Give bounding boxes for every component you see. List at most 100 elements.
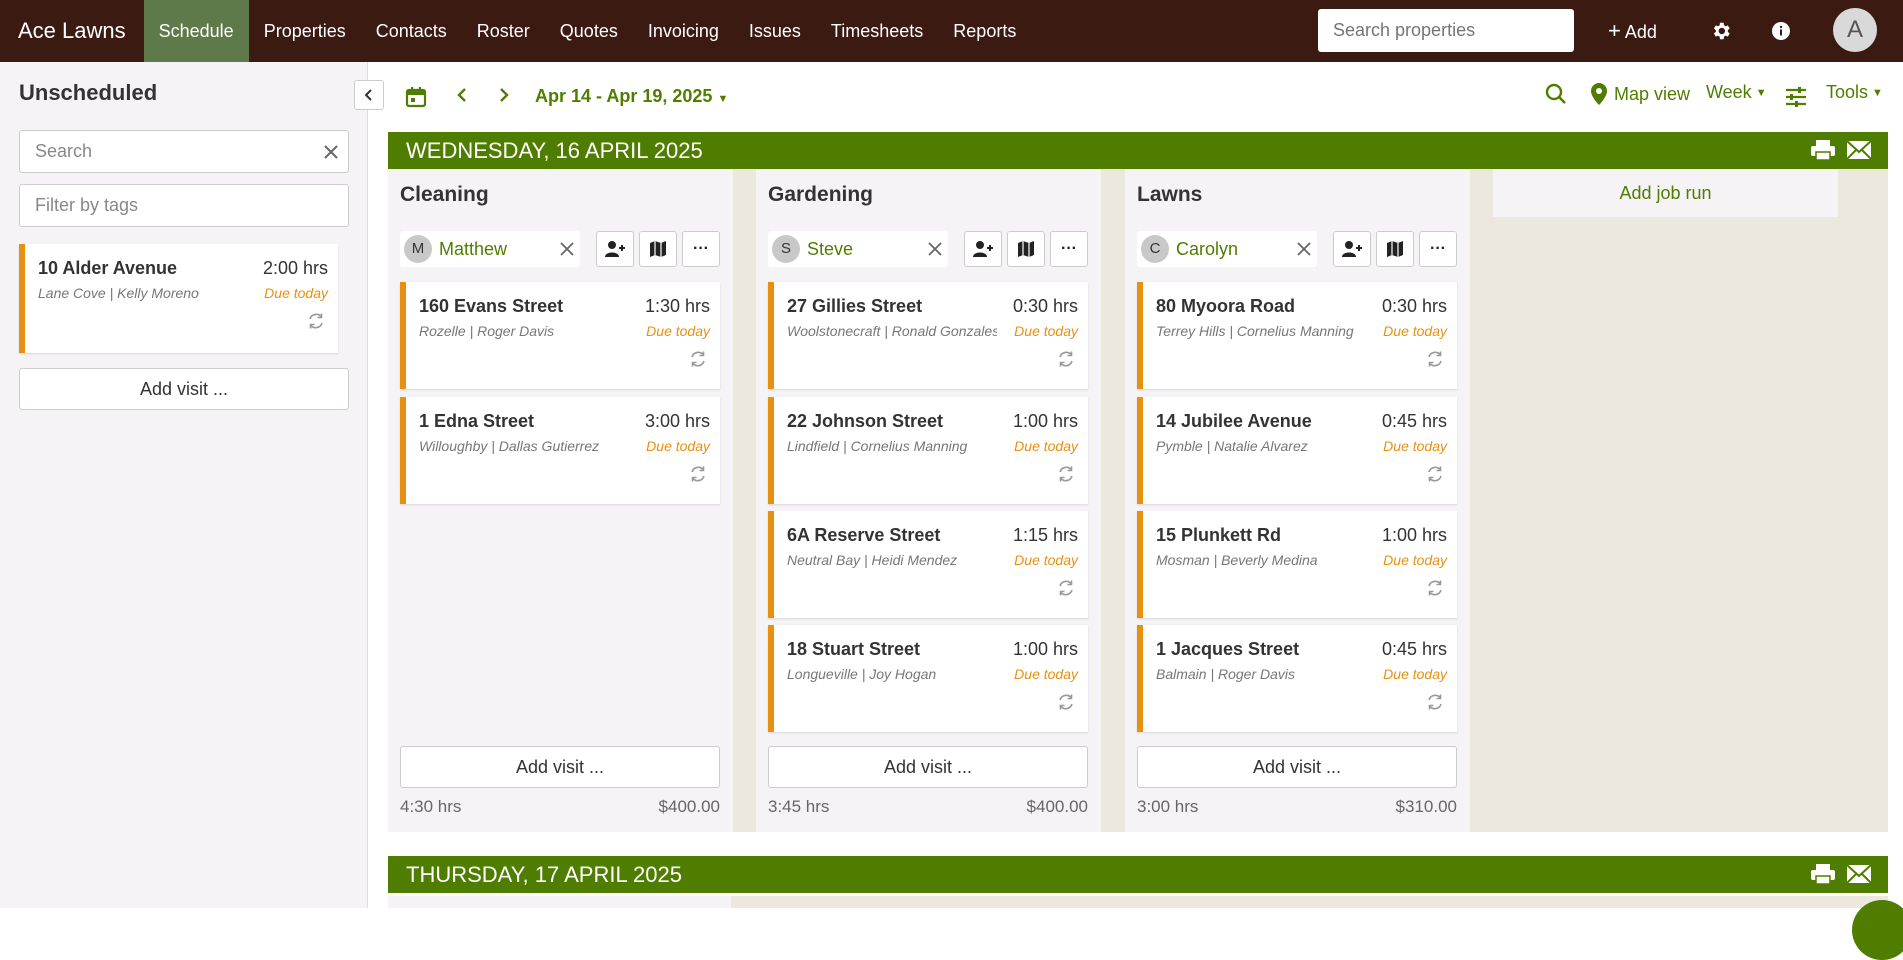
close-icon[interactable] — [928, 242, 942, 256]
nav-quotes[interactable]: Quotes — [545, 0, 633, 62]
chevron-right-icon[interactable] — [498, 87, 510, 108]
recurring-icon — [306, 312, 326, 335]
email-icon[interactable] — [1846, 139, 1872, 161]
caret-down-icon: ▼ — [1755, 86, 1767, 99]
visit-address: 80 Myoora Road — [1156, 296, 1296, 316]
date-range-dropdown[interactable]: Apr 14 - Apr 19, 2025 ▼ — [535, 86, 728, 107]
staff-name: Matthew — [439, 238, 508, 259]
add-visit-button[interactable]: Add visit ... — [19, 368, 349, 410]
map-button[interactable] — [1007, 231, 1045, 267]
property-search-input[interactable] — [1318, 9, 1574, 52]
filters-button[interactable] — [1784, 86, 1808, 108]
recurring-icon — [1056, 350, 1076, 373]
nav-roster[interactable]: Roster — [462, 0, 545, 62]
add-visit-button[interactable]: Add visit ... — [400, 746, 720, 788]
column-title: Gardening — [768, 183, 874, 206]
visit-hours: 1:00 hrs — [1012, 411, 1078, 431]
recurring-icon — [688, 350, 708, 373]
print-icon[interactable] — [1810, 139, 1836, 161]
sidebar-search-input[interactable]: Search — [19, 130, 349, 173]
staff-chip[interactable]: S Steve — [768, 231, 948, 267]
info-button[interactable] — [1771, 0, 1791, 62]
nav-schedule[interactable]: Schedule — [143, 0, 249, 62]
total-hours: 4:30 hrs — [400, 797, 462, 816]
tools-dropdown[interactable]: Tools ▼ — [1826, 82, 1883, 103]
add-staff-button[interactable] — [964, 231, 1002, 267]
collapse-sidebar-button[interactable] — [354, 80, 384, 110]
visit-card[interactable]: 22 Johnson Street 1:00 hrs Lindfield | C… — [768, 397, 1088, 504]
nav-reports[interactable]: Reports — [938, 0, 1031, 62]
brand-logo[interactable]: Ace Lawns — [0, 0, 144, 62]
filter-tags-input[interactable]: Filter by tags — [19, 184, 349, 227]
visit-address: 15 Plunkett Rd — [1156, 525, 1282, 545]
map-button[interactable] — [1376, 231, 1414, 267]
staff-chip[interactable]: M Matthew — [400, 231, 580, 267]
visit-address: 22 Johnson Street — [787, 411, 944, 431]
day-label: THURSDAY, 17 APRIL 2025 — [406, 862, 682, 887]
visit-card[interactable]: 1 Edna Street 3:00 hrs Willoughby | Dall… — [400, 397, 720, 504]
plus-icon: + — [1608, 18, 1621, 43]
print-icon[interactable] — [1810, 863, 1836, 885]
add-staff-button[interactable] — [1333, 231, 1371, 267]
add-button[interactable]: + Add — [1608, 0, 1657, 62]
visit-hours: 0:45 hrs — [1381, 639, 1447, 659]
visit-card[interactable]: 27 Gillies Street 0:30 hrs Woolstonecraf… — [768, 282, 1088, 389]
visit-due: Due today — [1383, 666, 1447, 682]
total-amount: $310.00 — [1395, 797, 1457, 816]
visit-card[interactable]: 160 Evans Street 1:30 hrs Rozelle | Roge… — [400, 282, 720, 389]
visit-card[interactable]: 80 Myoora Road 0:30 hrs Terrey Hills | C… — [1137, 282, 1457, 389]
visit-card[interactable]: 18 Stuart Street 1:00 hrs Longueville | … — [768, 625, 1088, 732]
visit-address: 6A Reserve Street — [787, 525, 941, 545]
visit-subtitle: Willoughby | Dallas Gutierrez — [419, 438, 600, 454]
close-icon[interactable] — [324, 145, 338, 159]
more-options-button[interactable]: ··· — [1419, 231, 1457, 267]
column-title: Cleaning — [400, 183, 489, 206]
map-button[interactable] — [639, 231, 677, 267]
unscheduled-sidebar: Unscheduled Search Filter by tags 10 Ald… — [0, 62, 368, 908]
nav-contacts[interactable]: Contacts — [361, 0, 462, 62]
gear-icon — [1713, 22, 1730, 40]
more-options-button[interactable]: ··· — [1050, 231, 1088, 267]
add-visit-button[interactable]: Add visit ... — [768, 746, 1088, 788]
nav-issues[interactable]: Issues — [734, 0, 816, 62]
visit-card[interactable]: 14 Jubilee Avenue 0:45 hrs Pymble | Nata… — [1137, 397, 1457, 504]
more-icon: ··· — [693, 240, 709, 257]
visit-subtitle: Lane Cove | Kelly Moreno — [38, 285, 199, 301]
email-icon[interactable] — [1846, 863, 1872, 885]
staff-chip[interactable]: C Carolyn — [1137, 231, 1317, 267]
visit-card[interactable]: 1 Jacques Street 0:45 hrs Balmain | Roge… — [1137, 625, 1457, 732]
add-staff-button[interactable] — [596, 231, 634, 267]
more-options-button[interactable]: ··· — [682, 231, 720, 267]
close-icon[interactable] — [560, 242, 574, 256]
add-label: Add — [1624, 22, 1657, 42]
total-amount: $400.00 — [658, 797, 720, 816]
nav-timesheets[interactable]: Timesheets — [816, 0, 938, 62]
week-dropdown[interactable]: Week ▼ — [1706, 82, 1767, 103]
map-view-label: Map view — [1614, 83, 1691, 104]
chevron-left-icon — [364, 89, 372, 101]
visit-card[interactable]: 15 Plunkett Rd 1:00 hrs Mosman | Beverly… — [1137, 511, 1457, 618]
settings-button[interactable] — [1710, 0, 1732, 62]
recurring-icon — [1425, 350, 1445, 373]
help-fab-button[interactable] — [1852, 900, 1903, 960]
visit-due: Due today — [646, 323, 710, 339]
calendar-icon[interactable] — [404, 85, 428, 109]
day-body-thursday — [388, 896, 1888, 908]
nav-invoicing[interactable]: Invoicing — [633, 0, 734, 62]
more-icon: ··· — [1430, 240, 1446, 257]
visit-subtitle: Balmain | Roger Davis — [1156, 666, 1296, 682]
visit-address: 18 Stuart Street — [787, 639, 921, 659]
nav-properties[interactable]: Properties — [249, 0, 361, 62]
map-pin-icon — [1591, 83, 1607, 105]
unscheduled-visit-card[interactable]: 10 Alder Avenue 2:00 hrs Lane Cove | Kel… — [19, 244, 338, 353]
visit-card[interactable]: 6A Reserve Street 1:15 hrs Neutral Bay |… — [768, 511, 1088, 618]
user-avatar[interactable]: A — [1833, 8, 1877, 52]
map-view-button[interactable]: Map view — [1590, 82, 1690, 106]
add-job-run-button[interactable]: Add job run — [1493, 169, 1838, 217]
visit-address: 160 Evans Street — [419, 296, 564, 316]
search-button[interactable] — [1544, 82, 1568, 106]
chevron-left-icon[interactable] — [456, 87, 468, 108]
map-icon — [1018, 241, 1034, 257]
close-icon[interactable] — [1297, 242, 1311, 256]
add-visit-button[interactable]: Add visit ... — [1137, 746, 1457, 788]
